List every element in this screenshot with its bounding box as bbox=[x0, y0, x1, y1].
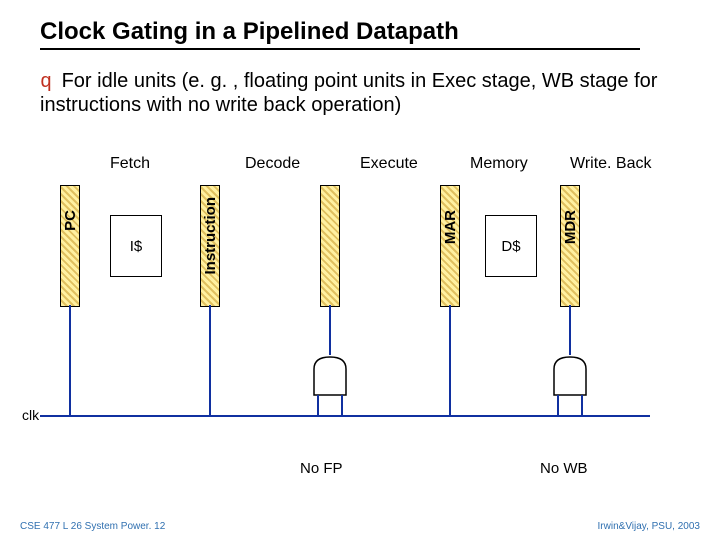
clk-tap-inst bbox=[209, 305, 211, 415]
and-gate-icon bbox=[308, 355, 352, 397]
clk-tap-mar bbox=[449, 305, 451, 415]
gate-nowb-clkin-wire bbox=[557, 395, 559, 415]
register-instruction-label: Instruction bbox=[202, 197, 219, 275]
dcache-box: D$ bbox=[485, 215, 537, 277]
gate-nowb-output-wire bbox=[569, 305, 571, 355]
register-pc bbox=[60, 185, 80, 307]
clk-wire bbox=[40, 415, 650, 417]
and-gate-nowb bbox=[548, 355, 592, 397]
clk-tap-pc bbox=[69, 305, 71, 415]
register-mdr bbox=[560, 185, 580, 307]
stage-label-fetch: Fetch bbox=[110, 155, 150, 173]
gate-nofp-ctrlin-wire bbox=[341, 395, 343, 415]
gate-label-nofp: No FP bbox=[300, 460, 343, 477]
footer-right: Irwin&Vijay, PSU, 2003 bbox=[598, 521, 700, 532]
gate-nowb-ctrlin-wire bbox=[581, 395, 583, 415]
slide-title: Clock Gating in a Pipelined Datapath bbox=[40, 18, 640, 50]
pipeline-diagram: Fetch Decode Execute Memory Write. Back … bbox=[40, 155, 680, 455]
clk-label: clk bbox=[22, 407, 39, 423]
bullet-mark: q bbox=[40, 71, 52, 94]
register-mar-label: MAR bbox=[442, 210, 459, 244]
bullet-content: For idle units (e. g. , floating point u… bbox=[40, 70, 657, 116]
icache-box: I$ bbox=[110, 215, 162, 277]
gate-nofp-clkin-wire bbox=[317, 395, 319, 415]
register-pc-label: PC bbox=[62, 210, 79, 231]
register-decode-exec bbox=[320, 185, 340, 307]
gate-label-nowb: No WB bbox=[540, 460, 588, 477]
footer-left: CSE 477 L 26 System Power. 12 bbox=[20, 521, 165, 532]
bullet-text: q For idle units (e. g. , floating point… bbox=[40, 70, 680, 117]
stage-label-execute: Execute bbox=[360, 155, 418, 173]
register-mdr-label: MDR bbox=[562, 210, 579, 244]
and-gate-nofp bbox=[308, 355, 352, 397]
register-mar bbox=[440, 185, 460, 307]
stage-label-writeback: Write. Back bbox=[570, 155, 652, 173]
stage-label-decode: Decode bbox=[245, 155, 300, 173]
and-gate-icon bbox=[548, 355, 592, 397]
gate-nofp-output-wire bbox=[329, 305, 331, 355]
stage-label-memory: Memory bbox=[470, 155, 528, 173]
